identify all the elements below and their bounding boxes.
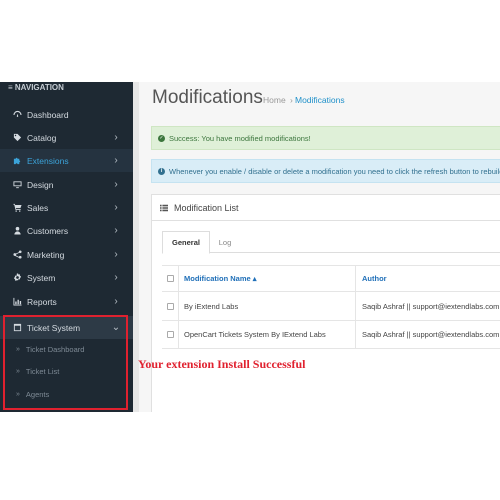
table-header-row: Modification Name ▴ Author [162, 265, 500, 291]
sidebar-item-label: Extensions [27, 155, 69, 166]
page-title: Modifications [152, 87, 263, 108]
info-circle-icon: i [158, 167, 165, 175]
highlight-box [3, 315, 128, 410]
puzzle-icon [10, 156, 24, 165]
chevron-right-icon: › [114, 179, 118, 190]
chevron-right-icon: › [114, 155, 118, 166]
modification-author: Saqib Ashraf || support@iextendlabs.com [362, 301, 500, 311]
sidebar-item-extensions[interactable]: Extensions › [0, 149, 133, 172]
chevron-right-icon: › [114, 132, 118, 143]
sidebar-item-label: Sales [27, 202, 49, 213]
breadcrumb-separator: › [290, 95, 293, 105]
list-icon [160, 204, 168, 211]
chevron-right-icon: › [114, 225, 118, 236]
breadcrumb-current[interactable]: Modifications [295, 95, 345, 105]
sidebar-item-catalog[interactable]: Catalog › [0, 126, 133, 149]
select-all-checkbox[interactable] [167, 275, 174, 282]
modification-list-panel: Modification List General Log Modificati… [151, 194, 500, 412]
chevron-right-icon: › [114, 272, 118, 283]
sidebar-item-design[interactable]: Design › [0, 173, 133, 196]
tab-log[interactable]: Log [212, 231, 238, 254]
success-alert-text: Success: You have modified modifications… [169, 133, 311, 143]
gear-icon [10, 273, 24, 282]
panel-heading: Modification List [152, 195, 500, 221]
sidebar-item-reports[interactable]: Reports › [0, 290, 133, 313]
cart-icon [10, 203, 24, 212]
row-checkbox[interactable] [167, 302, 174, 310]
panel-title: Modification List [174, 202, 239, 213]
info-alert: i Whenever you enable / disable or delet… [151, 159, 500, 183]
sidebar-item-label: Marketing [27, 249, 65, 260]
sidebar-item-label: Catalog [27, 132, 57, 143]
user-icon [10, 226, 24, 235]
info-alert-text: Whenever you enable / disable or delete … [169, 166, 500, 176]
sidebar-item-dashboard[interactable]: Dashboard [0, 103, 133, 126]
column-header-author[interactable]: Author [362, 274, 387, 283]
sidebar-item-sales[interactable]: Sales › [0, 196, 133, 219]
row-checkbox[interactable] [167, 331, 174, 338]
tab-bar: General Log [162, 231, 500, 254]
monitor-icon [10, 180, 24, 189]
sidebar-item-label: Reports [27, 296, 57, 307]
breadcrumb-home[interactable]: Home [263, 95, 286, 105]
table-row: By iExtend Labs Saqib Ashraf || support@… [162, 291, 500, 320]
sidebar-item-customers[interactable]: Customers › [0, 219, 133, 242]
navigation-heading: ≡ NAVIGATION [8, 83, 64, 92]
table-row: OpenCart Tickets System By IExtend Labs … [162, 320, 500, 349]
modification-name: By iExtend Labs [184, 301, 239, 311]
dashboard-icon [10, 110, 24, 119]
sidebar-item-label: Design [27, 179, 54, 190]
sidebar-item-marketing[interactable]: Marketing › [0, 243, 133, 266]
chevron-right-icon: › [114, 296, 118, 307]
sidebar-item-label: Dashboard [27, 109, 69, 120]
check-circle-icon: ✓ [158, 134, 165, 142]
success-alert: ✓ Success: You have modified modificatio… [151, 126, 500, 150]
tag-icon [10, 133, 24, 142]
chevron-right-icon: › [114, 202, 118, 213]
modification-author: Saqib Ashraf || support@iextendlabs.com [362, 330, 500, 339]
modification-name: OpenCart Tickets System By IExtend Labs [184, 330, 326, 339]
chevron-right-icon: › [114, 249, 118, 260]
sidebar-item-label: Customers [27, 225, 69, 236]
share-icon [10, 250, 24, 259]
sidebar-item-system[interactable]: System › [0, 266, 133, 289]
sidebar-item-label: System [27, 272, 56, 283]
install-success-callout: Your extension Install Successful [138, 357, 306, 371]
tab-general[interactable]: General [162, 231, 210, 254]
column-header-name[interactable]: Modification Name ▴ [184, 274, 257, 283]
bar-chart-icon [10, 297, 24, 306]
